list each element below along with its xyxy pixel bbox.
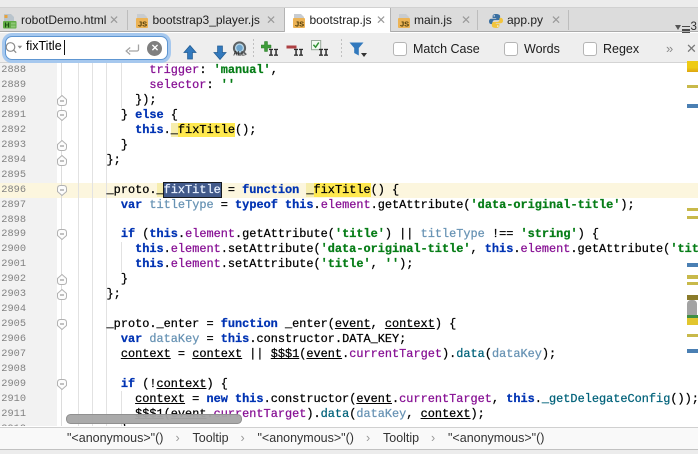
svg-text:JS: JS [400,20,409,29]
svg-text:ALL: ALL [233,52,245,58]
svg-text:JS: JS [295,20,304,29]
svg-text:JS: JS [138,20,147,29]
svg-text:H: H [5,22,10,29]
